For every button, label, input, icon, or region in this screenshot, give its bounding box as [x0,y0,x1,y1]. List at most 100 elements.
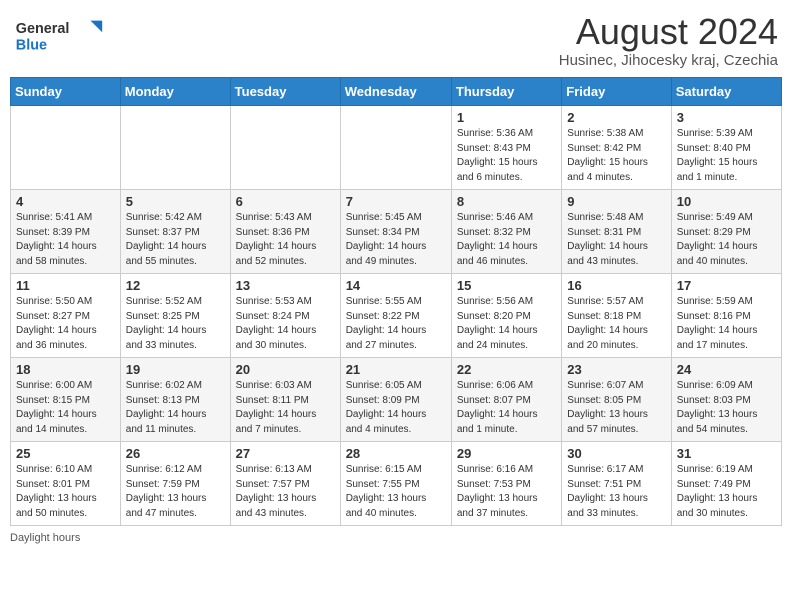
day-number: 4 [16,194,115,209]
calendar-cell: 5 Sunrise: 5:42 AM Sunset: 8:37 PM Daylig… [120,190,230,274]
day-info: Sunrise: 5:45 AM Sunset: 8:34 PM Dayligh… [346,211,446,269]
svg-text:Blue: Blue [16,37,47,53]
day-number: 5 [126,194,225,209]
day-info: Sunrise: 6:17 AM Sunset: 7:51 PM Dayligh… [567,463,665,521]
day-number: 23 [567,362,665,377]
day-info: Sunrise: 6:13 AM Sunset: 7:57 PM Dayligh… [236,463,335,521]
day-number: 25 [16,446,115,461]
day-info: Sunrise: 6:16 AM Sunset: 7:53 PM Dayligh… [457,463,556,521]
page-header: General Blue August 2024 Husinec, Jihoce… [10,10,782,69]
day-number: 28 [346,446,446,461]
day-info: Sunrise: 6:03 AM Sunset: 8:11 PM Dayligh… [236,379,335,437]
calendar-week-row: 11Sunrise: 5:50 AM Sunset: 8:27 PM Dayli… [11,274,782,358]
calendar-cell: 9 Sunrise: 5:48 AM Sunset: 8:31 PM Daylig… [562,190,671,274]
day-info: Sunrise: 6:06 AM Sunset: 8:07 PM Dayligh… [457,379,556,437]
svg-text:General: General [16,21,70,37]
day-number: 22 [457,362,556,377]
day-number: 30 [567,446,665,461]
calendar-cell: 12 Sunrise: 5:52 AM Sunset: 8:25 PM Dayli… [120,274,230,358]
calendar-cell: 23 Sunrise: 6:07 AM Sunset: 8:05 PM Dayli… [562,358,671,442]
calendar-cell: 16 Sunrise: 5:57 AM Sunset: 8:18 PM Dayli… [562,274,671,358]
day-info: Sunrise: 6:09 AM Sunset: 8:03 PM Dayligh… [677,379,776,437]
calendar-cell: 20 Sunrise: 6:03 AM Sunset: 8:11 PM Dayli… [230,358,340,442]
calendar-cell: 13Sunrise: 5:53 AM Sunset: 8:24 PM Dayli… [230,274,340,358]
day-info: Sunrise: 5:39 AM Sunset: 8:40 PM Dayligh… [677,127,776,185]
calendar-cell: 19 Sunrise: 6:02 AM Sunset: 8:13 PM Dayli… [120,358,230,442]
calendar-cell [230,106,340,190]
calendar-day-header: Wednesday [340,78,451,106]
day-info: Sunrise: 5:42 AM Sunset: 8:37 PM Dayligh… [126,211,225,269]
day-number: 12 [126,278,225,293]
calendar-cell: 4 Sunrise: 5:41 AM Sunset: 8:39 PM Daylig… [11,190,121,274]
calendar-week-row: 1Sunrise: 5:36 AM Sunset: 8:43 PM Daylig… [11,106,782,190]
day-info: Sunrise: 5:41 AM Sunset: 8:39 PM Dayligh… [16,211,115,269]
day-number: 24 [677,362,776,377]
calendar-cell: 1Sunrise: 5:36 AM Sunset: 8:43 PM Daylig… [451,106,561,190]
day-info: Sunrise: 5:59 AM Sunset: 8:16 PM Dayligh… [677,295,776,353]
calendar-cell: 25Sunrise: 6:10 AM Sunset: 8:01 PM Dayli… [11,442,121,526]
day-info: Sunrise: 6:12 AM Sunset: 7:59 PM Dayligh… [126,463,225,521]
calendar-cell: 7 Sunrise: 5:45 AM Sunset: 8:34 PM Daylig… [340,190,451,274]
calendar-cell: 15 Sunrise: 5:56 AM Sunset: 8:20 PM Dayli… [451,274,561,358]
calendar-day-header: Monday [120,78,230,106]
day-number: 15 [457,278,556,293]
calendar-cell: 31Sunrise: 6:19 AM Sunset: 7:49 PM Dayli… [671,442,781,526]
calendar-cell: 28Sunrise: 6:15 AM Sunset: 7:55 PM Dayli… [340,442,451,526]
calendar-cell: 8 Sunrise: 5:46 AM Sunset: 8:32 PM Daylig… [451,190,561,274]
calendar-cell: 10 Sunrise: 5:49 AM Sunset: 8:29 PM Dayli… [671,190,781,274]
calendar-cell: 22 Sunrise: 6:06 AM Sunset: 8:07 PM Dayli… [451,358,561,442]
day-info: Sunrise: 5:48 AM Sunset: 8:31 PM Dayligh… [567,211,665,269]
day-number: 21 [346,362,446,377]
day-number: 20 [236,362,335,377]
day-info: Sunrise: 6:00 AM Sunset: 8:15 PM Dayligh… [16,379,115,437]
day-number: 7 [346,194,446,209]
day-number: 1 [457,110,556,125]
day-number: 8 [457,194,556,209]
day-number: 10 [677,194,776,209]
day-number: 19 [126,362,225,377]
day-info: Sunrise: 6:02 AM Sunset: 8:13 PM Dayligh… [126,379,225,437]
day-info: Sunrise: 5:38 AM Sunset: 8:42 PM Dayligh… [567,127,665,185]
day-number: 26 [126,446,225,461]
calendar-cell [340,106,451,190]
day-info: Sunrise: 5:55 AM Sunset: 8:22 PM Dayligh… [346,295,446,353]
calendar-day-header: Thursday [451,78,561,106]
day-number: 29 [457,446,556,461]
calendar-cell [11,106,121,190]
day-info: Sunrise: 5:57 AM Sunset: 8:18 PM Dayligh… [567,295,665,353]
day-number: 6 [236,194,335,209]
day-number: 3 [677,110,776,125]
day-info: Sunrise: 6:07 AM Sunset: 8:05 PM Dayligh… [567,379,665,437]
day-info: Sunrise: 5:56 AM Sunset: 8:20 PM Dayligh… [457,295,556,353]
calendar-day-header: Tuesday [230,78,340,106]
day-info: Sunrise: 5:49 AM Sunset: 8:29 PM Dayligh… [677,211,776,269]
title-section: August 2024 Husinec, Jihocesky kraj, Cze… [559,14,778,69]
day-number: 18 [16,362,115,377]
day-number: 27 [236,446,335,461]
calendar-cell: 14 Sunrise: 5:55 AM Sunset: 8:22 PM Dayli… [340,274,451,358]
day-info: Sunrise: 5:53 AM Sunset: 8:24 PM Dayligh… [236,295,335,353]
subtitle: Husinec, Jihocesky kraj, Czechia [559,52,778,69]
day-info: Sunrise: 5:52 AM Sunset: 8:25 PM Dayligh… [126,295,225,353]
calendar-cell [120,106,230,190]
calendar-cell: 3 Sunrise: 5:39 AM Sunset: 8:40 PM Daylig… [671,106,781,190]
day-info: Sunrise: 5:43 AM Sunset: 8:36 PM Dayligh… [236,211,335,269]
calendar-cell: 24 Sunrise: 6:09 AM Sunset: 8:03 PM Dayli… [671,358,781,442]
day-number: 11 [16,278,115,293]
day-number: 16 [567,278,665,293]
calendar-day-header: Sunday [11,78,121,106]
calendar-cell: 17Sunrise: 5:59 AM Sunset: 8:16 PM Dayli… [671,274,781,358]
day-number: 9 [567,194,665,209]
calendar-cell: 21Sunrise: 6:05 AM Sunset: 8:09 PM Dayli… [340,358,451,442]
calendar-week-row: 18 Sunrise: 6:00 AM Sunset: 8:15 PM Dayli… [11,358,782,442]
calendar-day-header: Friday [562,78,671,106]
logo-svg: General Blue [14,14,104,56]
day-number: 14 [346,278,446,293]
day-number: 31 [677,446,776,461]
day-info: Sunrise: 5:46 AM Sunset: 8:32 PM Dayligh… [457,211,556,269]
calendar-cell: 26 Sunrise: 6:12 AM Sunset: 7:59 PM Dayli… [120,442,230,526]
day-number: 2 [567,110,665,125]
calendar-cell: 30 Sunrise: 6:17 AM Sunset: 7:51 PM Dayli… [562,442,671,526]
calendar-cell: 18 Sunrise: 6:00 AM Sunset: 8:15 PM Dayli… [11,358,121,442]
calendar-cell: 27 Sunrise: 6:13 AM Sunset: 7:57 PM Dayli… [230,442,340,526]
